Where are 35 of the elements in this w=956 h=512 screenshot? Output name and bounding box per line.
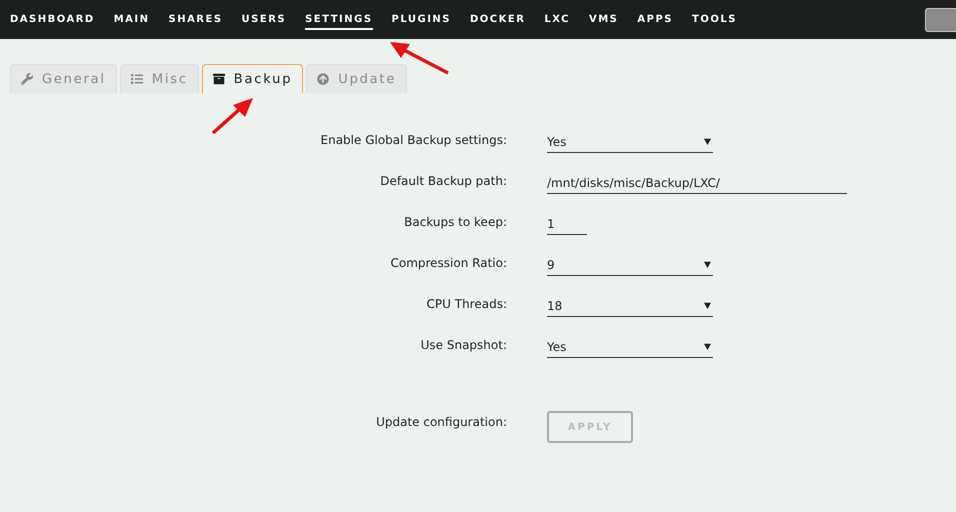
nav-link[interactable]: MAIN [114, 10, 150, 30]
dropdown[interactable]: 9 [547, 252, 713, 276]
toggle-button[interactable] [925, 8, 956, 32]
caret-icon [704, 302, 711, 309]
nav-link[interactable]: SETTINGS [305, 10, 373, 30]
nav-link[interactable]: LXC [544, 10, 570, 30]
input-field[interactable]: 1 [547, 211, 587, 235]
setting-label: Enable Global Backup settings: [320, 132, 507, 149]
setting-label: CPU Threads: [426, 296, 507, 313]
nav-link[interactable]: PLUGINS [392, 10, 451, 30]
input-field[interactable]: /mnt/disks/misc/Backup/LXC/ [547, 170, 847, 194]
caret-icon [704, 343, 711, 350]
setting-label: Default Backup path: [380, 173, 507, 190]
caret-icon [704, 138, 711, 145]
nav-link[interactable]: SHARES [168, 10, 223, 30]
annotation-arrow [388, 40, 450, 75]
wrench-icon [21, 73, 33, 85]
nav-link[interactable]: USERS [242, 10, 286, 30]
dropdown[interactable]: Yes [547, 334, 713, 358]
nav-link[interactable]: DOCKER [470, 10, 526, 30]
annotation-arrow [211, 97, 255, 135]
tab[interactable]: Backup [202, 64, 304, 93]
setting-label: Update configuration: [376, 414, 507, 431]
setting-label: Compression Ratio: [390, 255, 507, 272]
setting-label: Use Snapshot: [420, 337, 507, 354]
dropdown[interactable]: Yes [547, 129, 713, 153]
nav-link[interactable]: APPS [637, 10, 673, 30]
dropdown[interactable]: 18 [547, 293, 713, 317]
nav-link[interactable]: TOOLS [692, 10, 737, 30]
list-icon [130, 73, 143, 85]
setting-label: Backups to keep: [404, 214, 507, 231]
nav-link[interactable]: DASHBOARD [10, 10, 95, 30]
nav-link[interactable]: VMS [588, 10, 618, 30]
archive-box-icon [212, 73, 225, 85]
caret-icon [704, 261, 711, 268]
